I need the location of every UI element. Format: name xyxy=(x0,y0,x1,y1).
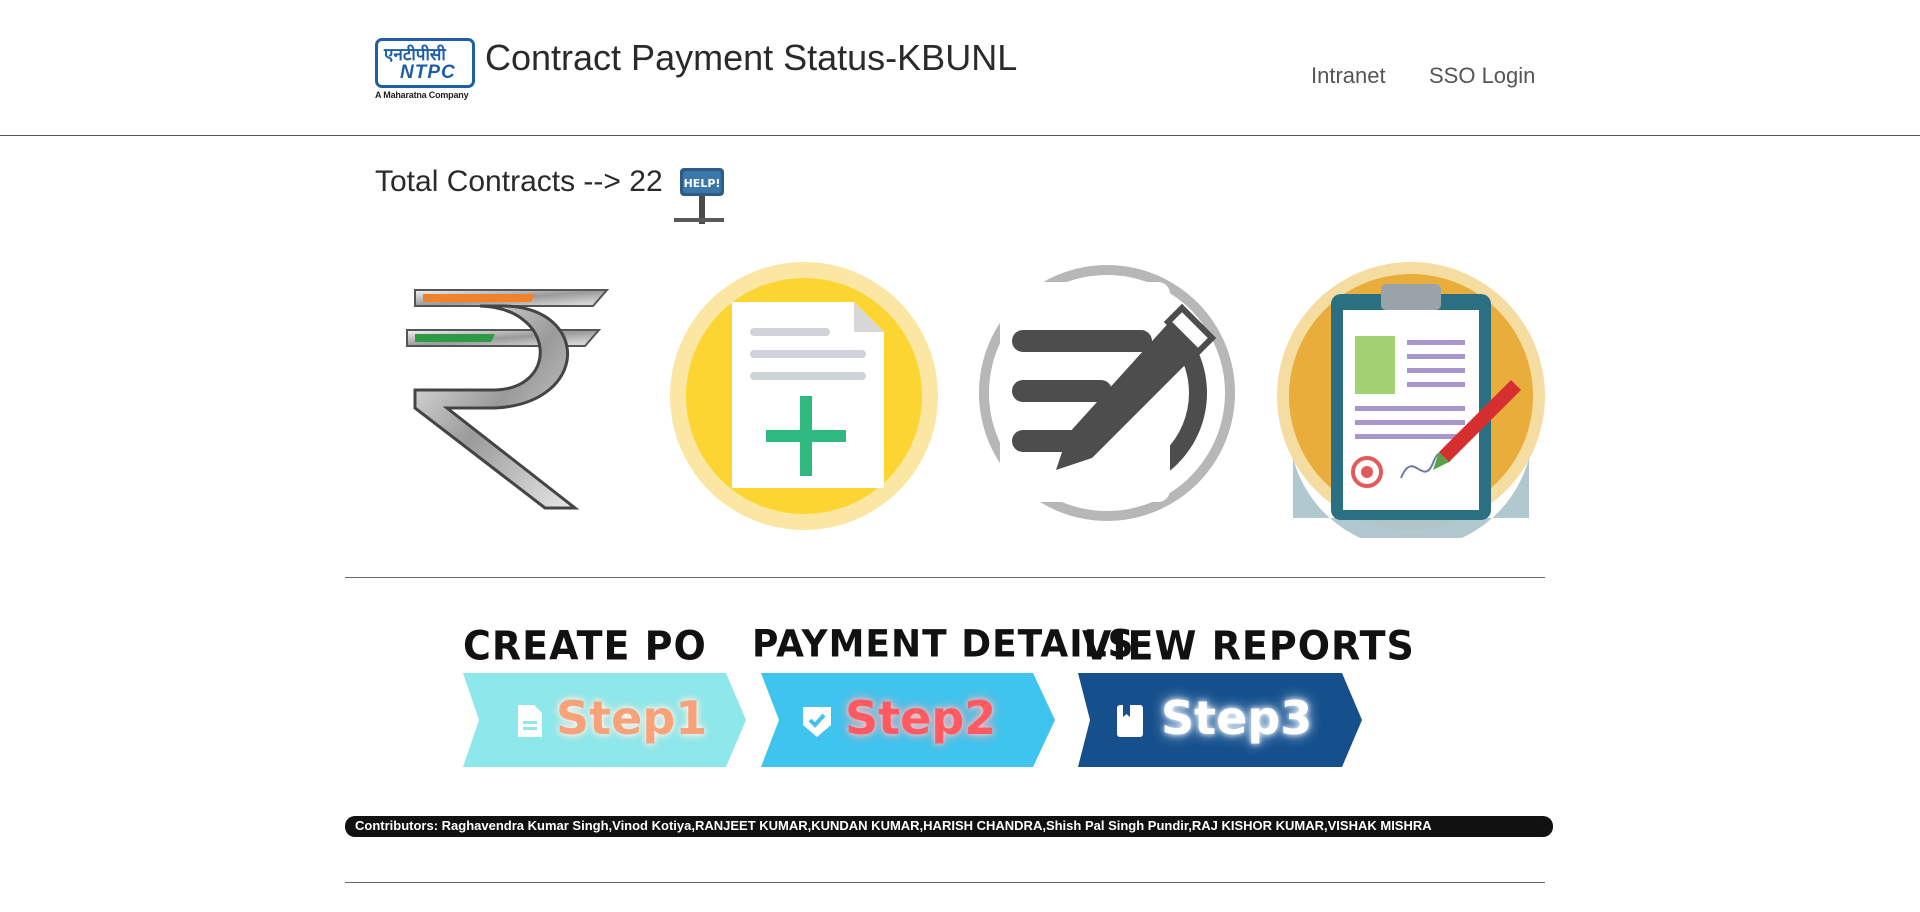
step-3-title: VIEW REPORTS xyxy=(1082,622,1415,670)
contributors-bar: Contributors: Raghavendra Kumar Singh,Vi… xyxy=(345,816,1553,837)
total-contracts: Total Contracts --> 22 xyxy=(375,165,663,199)
total-contracts-label: Total Contracts --> xyxy=(375,165,621,198)
book-icon xyxy=(1114,703,1146,739)
check-shield-icon xyxy=(801,703,833,739)
step-1-title: CREATE PO xyxy=(463,622,707,670)
help-sign-text: HELP! xyxy=(684,177,721,190)
edit-notes-icon[interactable] xyxy=(972,258,1252,538)
site-header: एनटीपीसी NTPC A Maharatna Company Contra… xyxy=(0,0,1920,136)
step-2-title: PAYMENT DETAILS xyxy=(752,622,1135,667)
step-1-label: Step1 xyxy=(556,691,708,745)
nav-link-sso-login[interactable]: SSO Login xyxy=(1429,63,1535,89)
logo-tagline: A Maharatna Company xyxy=(375,90,469,100)
divider-bottom xyxy=(345,882,1545,883)
divider-top xyxy=(345,577,1545,578)
logo-ntpc-text: NTPC xyxy=(400,62,456,83)
help-icon[interactable]: HELP! xyxy=(670,164,730,228)
step-1-button[interactable]: Step1 xyxy=(463,673,746,767)
page-title: Contract Payment Status-KBUNL xyxy=(485,37,1018,78)
ntpc-logo[interactable]: एनटीपीसी NTPC A Maharatna Company xyxy=(375,38,475,100)
step-3-button[interactable]: Step3 xyxy=(1078,673,1362,767)
nav-link-intranet[interactable]: Intranet xyxy=(1311,63,1386,89)
rupee-icon[interactable] xyxy=(385,258,665,538)
ntpc-logo-box: एनटीपीसी NTPC xyxy=(375,38,475,88)
step-3-label: Step3 xyxy=(1161,691,1313,745)
step-2-label: Step2 xyxy=(845,691,997,745)
file-icon xyxy=(514,703,546,739)
total-contracts-value: 22 xyxy=(629,165,663,198)
create-document-icon[interactable] xyxy=(664,258,944,538)
step-2-button[interactable]: Step2 xyxy=(761,673,1055,767)
signed-report-icon[interactable] xyxy=(1273,258,1553,550)
